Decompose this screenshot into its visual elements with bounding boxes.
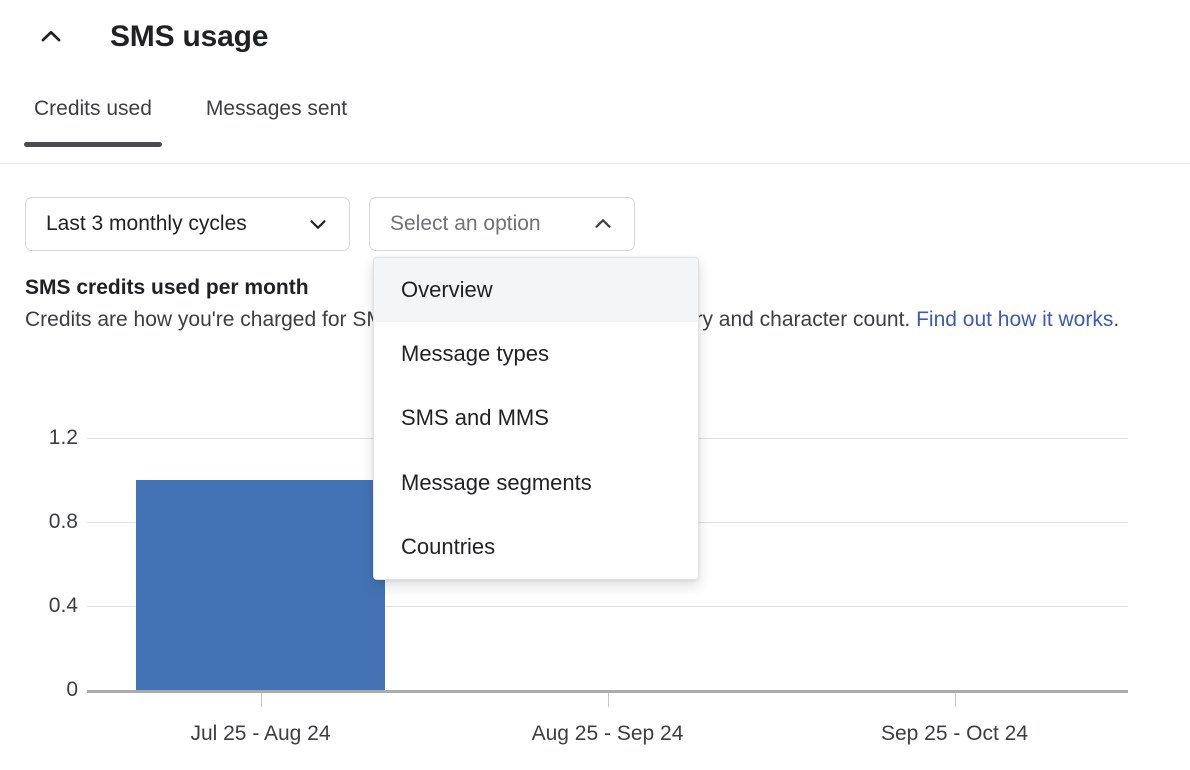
option-select-placeholder: Select an option bbox=[390, 212, 541, 235]
menu-item-sms-and-mms[interactable]: SMS and MMS bbox=[374, 386, 698, 451]
panel-header: SMS usage bbox=[0, 0, 1190, 74]
x-axis-tick bbox=[260, 693, 262, 707]
x-axis-tick bbox=[607, 693, 609, 707]
find-out-how-it-works-link[interactable]: Find out how it works bbox=[916, 308, 1113, 331]
chevron-up-icon bbox=[590, 211, 616, 237]
billing-cycle-select-value: Last 3 monthly cycles bbox=[46, 212, 247, 235]
chevron-down-icon bbox=[305, 211, 331, 237]
option-select-menu: Overview Message types SMS and MMS Messa… bbox=[373, 257, 699, 580]
menu-item-message-types[interactable]: Message types bbox=[374, 322, 698, 387]
option-select[interactable]: Select an option bbox=[369, 197, 635, 251]
filters-row: Last 3 monthly cycles Select an option bbox=[0, 164, 1190, 251]
chart-bar[interactable] bbox=[135, 480, 386, 690]
billing-cycle-select[interactable]: Last 3 monthly cycles bbox=[25, 197, 350, 251]
y-axis-tick-label: 0.8 bbox=[48, 510, 78, 533]
chevron-up-icon bbox=[36, 22, 66, 52]
menu-item-message-segments[interactable]: Message segments bbox=[374, 450, 698, 515]
x-axis-tick-label: Sep 25 - Oct 24 bbox=[880, 722, 1029, 745]
y-axis-tick-label: 0 bbox=[66, 678, 78, 701]
y-axis-tick-label: 0.4 bbox=[48, 594, 78, 617]
menu-item-countries[interactable]: Countries bbox=[374, 514, 698, 579]
page-title: SMS usage bbox=[110, 20, 269, 53]
x-axis-tick bbox=[954, 693, 956, 707]
x-axis-tick-label: Aug 25 - Sep 24 bbox=[531, 722, 684, 745]
menu-item-overview[interactable]: Overview bbox=[374, 258, 698, 323]
tabs-bar: Credits used Messages sent bbox=[0, 74, 1190, 164]
y-axis-tick-label: 1.2 bbox=[48, 426, 78, 449]
tab-credits-used[interactable]: Credits used bbox=[24, 96, 162, 148]
tab-messages-sent[interactable]: Messages sent bbox=[206, 96, 347, 147]
x-axis-tick-label: Jul 25 - Aug 24 bbox=[190, 722, 331, 745]
chart-description-suffix: . bbox=[1113, 308, 1120, 332]
tab-list: Credits used Messages sent bbox=[0, 74, 1190, 148]
collapse-toggle-button[interactable] bbox=[34, 20, 68, 54]
